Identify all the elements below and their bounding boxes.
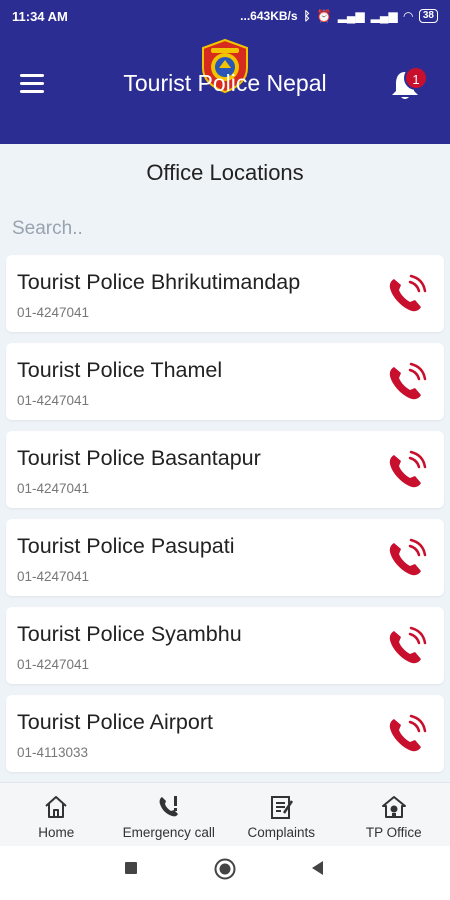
back-icon[interactable]: [310, 860, 326, 876]
office-card[interactable]: Tourist Police Pasupati 01-4247041: [6, 519, 444, 596]
office-name: Tourist Police Basantapur: [17, 446, 261, 470]
office-phone: 01-4247041: [17, 657, 90, 672]
nav-emergency-call-label: Emergency call: [122, 825, 215, 840]
office-name: Tourist Police Thamel: [17, 358, 223, 382]
phone-call-icon[interactable]: [384, 447, 430, 493]
nav-complaints-label: Complaints: [247, 825, 316, 840]
nav-home[interactable]: Home: [0, 783, 113, 846]
nav-home-label: Home: [38, 825, 75, 840]
status-bar: 11:34 AM ...643KB/s ᛒ ⏰ ▂▄▆ ▂▄▆ ◠ 38: [0, 0, 450, 32]
office-name: Tourist Police Pasupati: [17, 534, 235, 558]
nav-tp-office[interactable]: TP Office: [338, 783, 450, 846]
phone-call-icon[interactable]: [384, 711, 430, 757]
wifi-icon: ◠: [403, 9, 413, 23]
status-time: 11:34 AM: [12, 8, 68, 24]
office-phone: 01-4247041: [17, 393, 90, 408]
office-list: Tourist Police Bhrikutimandap 01-4247041…: [6, 255, 444, 783]
office-card[interactable]: Tourist Police Thamel 01-4247041: [6, 343, 444, 420]
office-name: Tourist Police Syambhu: [17, 622, 242, 646]
alarm-icon: ⏰: [316, 9, 332, 23]
signal-icon-2: ▂▄▆: [370, 9, 398, 23]
tp-office-icon: [381, 796, 406, 818]
office-name: Tourist Police Bhrikutimandap: [17, 270, 301, 294]
complaints-icon: [271, 796, 294, 819]
recent-apps-icon[interactable]: [124, 861, 138, 875]
office-card[interactable]: Tourist Police Bhrikutimandap 01-4247041: [6, 255, 444, 332]
phone-call-icon[interactable]: [384, 623, 430, 669]
office-phone: 01-4113033: [17, 745, 89, 760]
bluetooth-icon: ᛒ: [303, 9, 311, 23]
office-card[interactable]: Tourist Police Airport 01-4113033: [6, 695, 444, 772]
office-phone: 01-4247041: [17, 569, 90, 584]
office-phone: 01-4247041: [17, 481, 90, 496]
nav-complaints[interactable]: Complaints: [225, 783, 338, 846]
office-card[interactable]: Tourist Police Syambhu 01-4247041: [6, 607, 444, 684]
status-icons: ...643KB/s ᛒ ⏰ ▂▄▆ ▂▄▆ ◠ 38: [240, 9, 438, 23]
nav-tp-office-label: TP Office: [365, 825, 422, 840]
office-name: Tourist Police Airport: [17, 710, 213, 734]
page-title: Office Locations: [146, 160, 304, 185]
battery-icon: 38: [418, 9, 438, 23]
phone-call-icon[interactable]: [384, 359, 430, 405]
search-input[interactable]: [12, 212, 438, 246]
system-navigation-bar: [0, 846, 450, 900]
home-circle-icon[interactable]: [214, 858, 236, 880]
app-title: Tourist Police Nepal: [123, 70, 327, 96]
office-phone: 01-4247041: [17, 305, 90, 320]
office-card[interactable]: Tourist Police Basantapur 01-4247041: [6, 431, 444, 508]
emergency-call-icon: [159, 796, 178, 817]
phone-call-icon[interactable]: [384, 271, 430, 317]
home-icon: [45, 796, 67, 818]
bottom-navigation: Home Emergency call Complaints TP Office: [0, 782, 450, 846]
signal-icon: ▂▄▆: [337, 9, 365, 23]
notification-badge: 1: [404, 66, 428, 90]
network-speed: ...643KB/s: [240, 9, 298, 23]
nav-emergency-call[interactable]: Emergency call: [113, 783, 226, 846]
phone-call-icon[interactable]: [384, 535, 430, 581]
